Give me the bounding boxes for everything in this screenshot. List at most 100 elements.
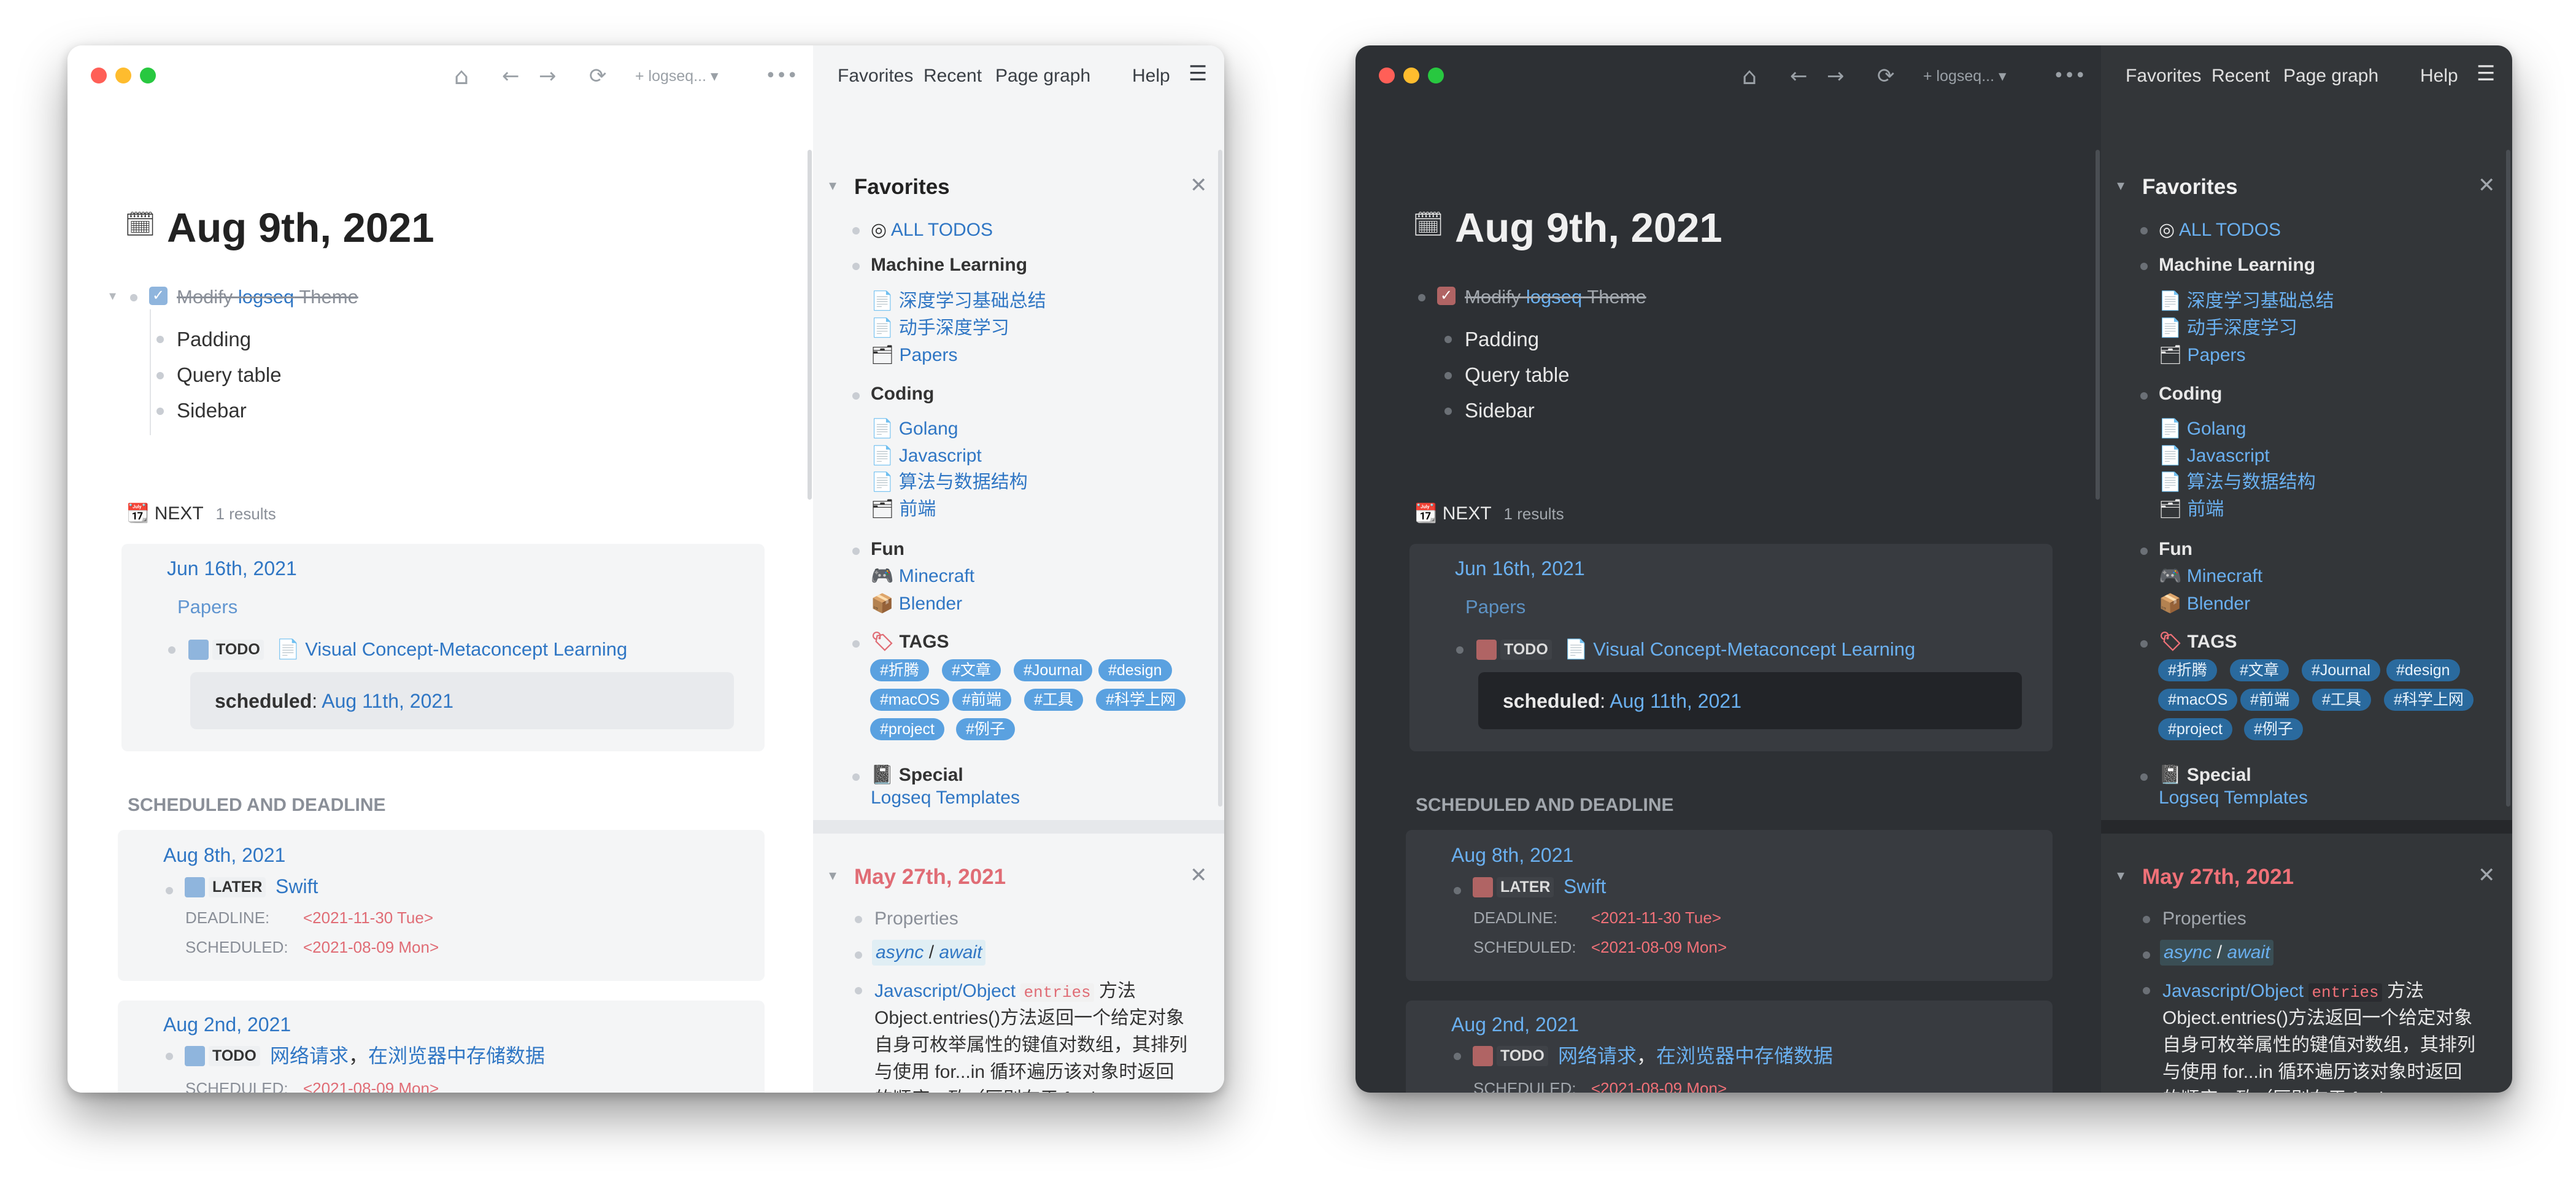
tag-pill[interactable]: #文章: [942, 659, 1001, 681]
tag-pill[interactable]: #文章: [2230, 659, 2289, 681]
page-ref[interactable]: await: [939, 942, 982, 962]
more-menu-icon[interactable]: •••: [765, 58, 798, 95]
favorite-item[interactable]: 📄 Golang: [2159, 417, 2246, 441]
block-bullet[interactable]: [1454, 1053, 1461, 1060]
back-arrow-icon[interactable]: ←: [1790, 58, 1808, 95]
later-marker-checkbox[interactable]: [185, 877, 205, 897]
page-ref[interactable]: Javascript/Object: [874, 981, 1016, 1001]
tag-pill[interactable]: #design: [1098, 659, 1172, 681]
todo-marker-checkbox[interactable]: [1476, 640, 1497, 660]
favorite-item[interactable]: 📄 算法与数据结构: [871, 470, 1028, 495]
block-bullet[interactable]: [2143, 987, 2150, 994]
nav-help[interactable]: Help: [1132, 61, 1170, 91]
more-menu-icon[interactable]: •••: [2053, 58, 2086, 95]
favorite-item[interactable]: Logseq Templates: [871, 786, 1020, 810]
tag-pill[interactable]: #macOS: [2158, 689, 2238, 711]
item-link[interactable]: Visual Concept-Metaconcept Learning: [1593, 638, 1915, 660]
tag-pill[interactable]: #前端: [952, 689, 1011, 711]
favorite-item[interactable]: 🗂 Papers: [2159, 343, 2246, 368]
page-ref[interactable]: async: [2164, 942, 2212, 962]
close-icon[interactable]: ✕: [1190, 863, 1208, 888]
sidebar-page-title[interactable]: May 27th, 2021: [2142, 864, 2294, 890]
block-bullet[interactable]: [855, 987, 862, 994]
child-block[interactable]: Query table: [177, 363, 282, 387]
tag-pill[interactable]: #例子: [2244, 718, 2303, 740]
maximize-window-button[interactable]: [1428, 68, 1444, 83]
favorite-item[interactable]: ◎ ALL TODOS: [2159, 219, 2281, 242]
tag-pill[interactable]: #design: [2386, 659, 2460, 681]
favorite-item[interactable]: 📦 Blender: [2159, 592, 2250, 616]
close-icon[interactable]: ✕: [1190, 173, 1208, 198]
block-bullet[interactable]: [130, 294, 137, 301]
nav-help[interactable]: Help: [2420, 61, 2458, 91]
child-block[interactable]: Sidebar: [1465, 399, 1535, 422]
tag-pill[interactable]: #折腾: [2158, 659, 2217, 681]
block-bullet[interactable]: [156, 408, 164, 415]
close-window-button[interactable]: [91, 68, 107, 83]
deadline-date[interactable]: <2021-11-30 Tue>: [1591, 907, 1721, 928]
tag-pill[interactable]: #工具: [2312, 689, 2371, 711]
minimize-window-button[interactable]: [1403, 68, 1419, 83]
collapse-arrow-icon[interactable]: ▾: [829, 867, 836, 885]
todo-marker-checkbox[interactable]: [185, 1046, 205, 1066]
main-scrollbar[interactable]: [2096, 150, 2100, 500]
sidebar-toggle-icon[interactable]: ☰: [2477, 59, 2495, 88]
favorite-item[interactable]: ◎ ALL TODOS: [871, 219, 993, 242]
todo-marker-label[interactable]: TODO: [1500, 640, 1552, 660]
favorite-item[interactable]: 📦 Blender: [871, 592, 962, 616]
block-bullet[interactable]: [2143, 916, 2150, 923]
favorite-item[interactable]: Logseq Templates: [2159, 786, 2308, 810]
favorite-item[interactable]: 🗂 Papers: [871, 343, 958, 368]
tag-pill[interactable]: #Journal: [1014, 659, 1092, 681]
minimize-window-button[interactable]: [115, 68, 131, 83]
page-ref[interactable]: Javascript/Object: [2162, 981, 2304, 1001]
sync-icon[interactable]: ⟳: [589, 58, 607, 95]
sync-icon[interactable]: ⟳: [1877, 58, 1895, 95]
close-window-button[interactable]: [1379, 68, 1395, 83]
item-link[interactable]: Visual Concept-Metaconcept Learning: [305, 638, 627, 660]
later-marker-label[interactable]: LATER: [209, 877, 266, 897]
done-checkbox[interactable]: ✓: [1437, 287, 1456, 305]
collapse-arrow-icon[interactable]: ▾: [829, 177, 836, 195]
block-bullet[interactable]: [156, 336, 164, 343]
maximize-window-button[interactable]: [140, 68, 156, 83]
sidebar-page-title[interactable]: May 27th, 2021: [854, 864, 1006, 890]
graph-selector[interactable]: + logseq... ▾: [1923, 58, 2007, 95]
breadcrumb-parent[interactable]: Papers: [177, 595, 237, 619]
block-bullet[interactable]: [168, 646, 175, 654]
tag-pill[interactable]: #Journal: [2302, 659, 2380, 681]
favorite-item[interactable]: 📄 Golang: [871, 417, 958, 441]
close-icon[interactable]: ✕: [2478, 173, 2496, 198]
favorite-item[interactable]: 📄 算法与数据结构: [2159, 470, 2316, 495]
block-bullet[interactable]: [2143, 951, 2150, 959]
favorite-item[interactable]: 📄 Javascript: [2159, 444, 2270, 468]
back-arrow-icon[interactable]: ←: [502, 58, 520, 95]
tag-pill[interactable]: #工具: [1024, 689, 1083, 711]
forward-arrow-icon[interactable]: →: [1827, 58, 1845, 95]
journal-date-link[interactable]: Aug 2nd, 2021: [163, 1012, 291, 1037]
tag-pill[interactable]: #macOS: [870, 689, 950, 711]
block-bullet[interactable]: [1418, 294, 1425, 301]
child-block[interactable]: Padding: [177, 328, 251, 351]
nav-recent[interactable]: Recent: [924, 61, 982, 91]
todo-marker-label[interactable]: TODO: [212, 640, 264, 660]
tag-pill[interactable]: #科学上网: [2384, 689, 2474, 711]
tag-pill[interactable]: #折腾: [870, 659, 929, 681]
home-icon[interactable]: ⌂: [454, 58, 469, 95]
child-block[interactable]: Query table: [1465, 363, 1570, 387]
collapse-arrow-icon[interactable]: ▾: [2117, 177, 2124, 195]
favorite-item[interactable]: 📄 深度学习基础总结: [2159, 289, 2334, 314]
logseq-link[interactable]: logseq: [1526, 286, 1582, 308]
task-link[interactable]: Swift: [276, 874, 318, 899]
task-link[interactable]: 在浏览器中存储数据: [368, 1045, 545, 1067]
block-bullet[interactable]: [166, 887, 173, 894]
block-bullet[interactable]: [1444, 336, 1452, 343]
graph-selector[interactable]: + logseq... ▾: [635, 58, 719, 95]
scheduled-date-link[interactable]: Aug 11th, 2021: [1610, 690, 1741, 712]
later-marker-label[interactable]: LATER: [1497, 877, 1554, 897]
scheduled-date[interactable]: <2021-08-09 Mon>: [303, 1078, 439, 1093]
block-bullet[interactable]: [855, 916, 862, 923]
deadline-date[interactable]: <2021-11-30 Tue>: [303, 907, 433, 928]
page-ref[interactable]: await: [2227, 942, 2270, 962]
favorite-item[interactable]: 📄 深度学习基础总结: [871, 289, 1046, 314]
